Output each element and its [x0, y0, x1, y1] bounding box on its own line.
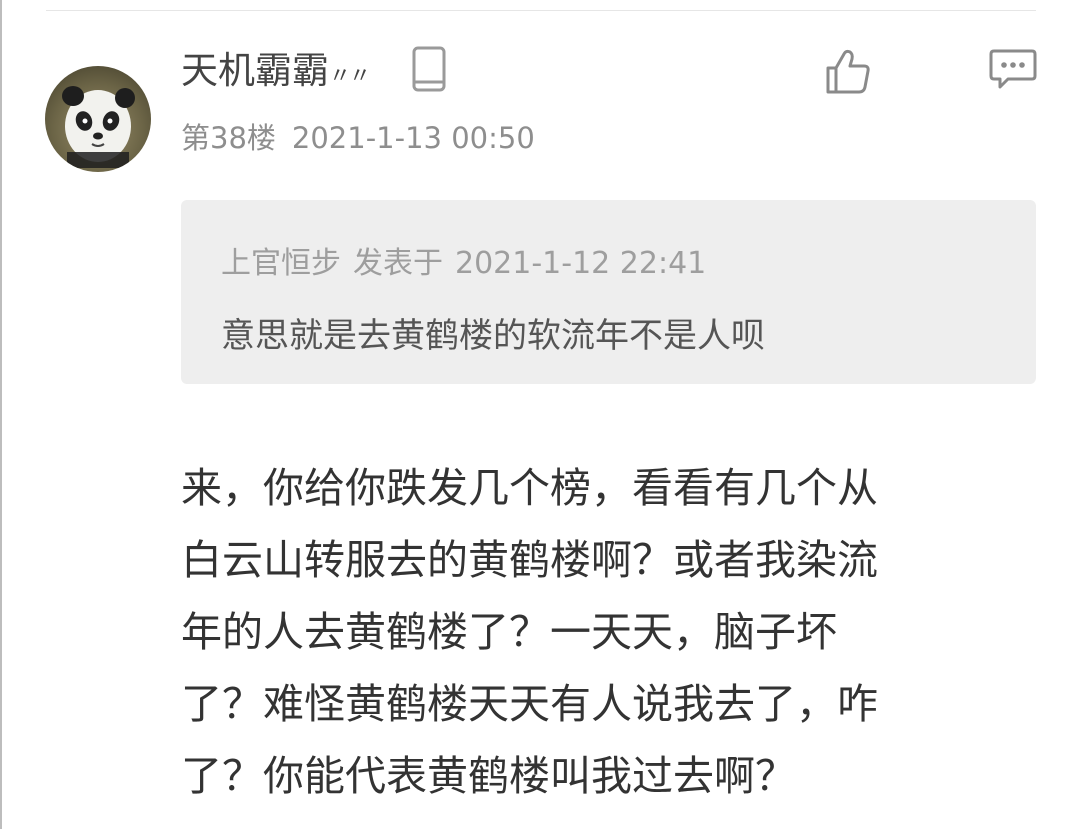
content-line: 年的人去黄鹤楼了？一天天，脑子坏: [181, 608, 837, 656]
content-line: 了？难怪黄鹤楼天天有人说我去了，咋: [181, 680, 878, 728]
post-content: 来，你给你跌发几个榜，看看有几个从 白云山转服去的黄鹤楼啊？或者我染流 年的人去…: [181, 452, 1011, 812]
top-divider: [46, 10, 1036, 11]
comment-button[interactable]: [988, 48, 1038, 92]
page-left-edge: [0, 0, 2, 829]
quote-text: 意思就是去黄鹤楼的软流年不是人呗: [221, 316, 765, 356]
panda-avatar-icon: [62, 86, 135, 168]
floor-number: 第38楼: [181, 121, 276, 155]
content-line: 了？你能代表黄鹤楼叫我过去啊？: [181, 752, 796, 800]
quote-meta: 上官恒步 发表于 2021-1-12 22:41: [221, 242, 706, 286]
content-line: 来，你给你跌发几个榜，看看有几个从: [181, 464, 878, 512]
post-timestamp: 2021-1-13 00:50: [291, 121, 535, 155]
quoted-reply[interactable]: 上官恒步 发表于 2021-1-12 22:41 意思就是去黄鹤楼的软流年不是人呗: [181, 200, 1036, 384]
quote-author: 上官恒步: [221, 246, 341, 281]
avatar[interactable]: [45, 66, 151, 172]
quote-posted-label: 发表于: [353, 246, 443, 281]
quote-timestamp: 2021-1-12 22:41: [455, 246, 707, 281]
comment-bubble-icon: [989, 49, 1037, 89]
content-line: 白云山转服去的黄鹤楼啊？或者我染流: [181, 536, 878, 584]
thumbs-up-icon: [826, 49, 870, 94]
username-suffix: 〃〃: [329, 64, 371, 89]
post-meta: 第38楼 2021-1-13 00:50: [181, 116, 535, 160]
like-button[interactable]: [822, 46, 872, 96]
username-text: 天机霸霸: [181, 49, 329, 92]
username[interactable]: 天机霸霸〃〃: [181, 46, 371, 102]
phone-icon: [412, 46, 446, 92]
